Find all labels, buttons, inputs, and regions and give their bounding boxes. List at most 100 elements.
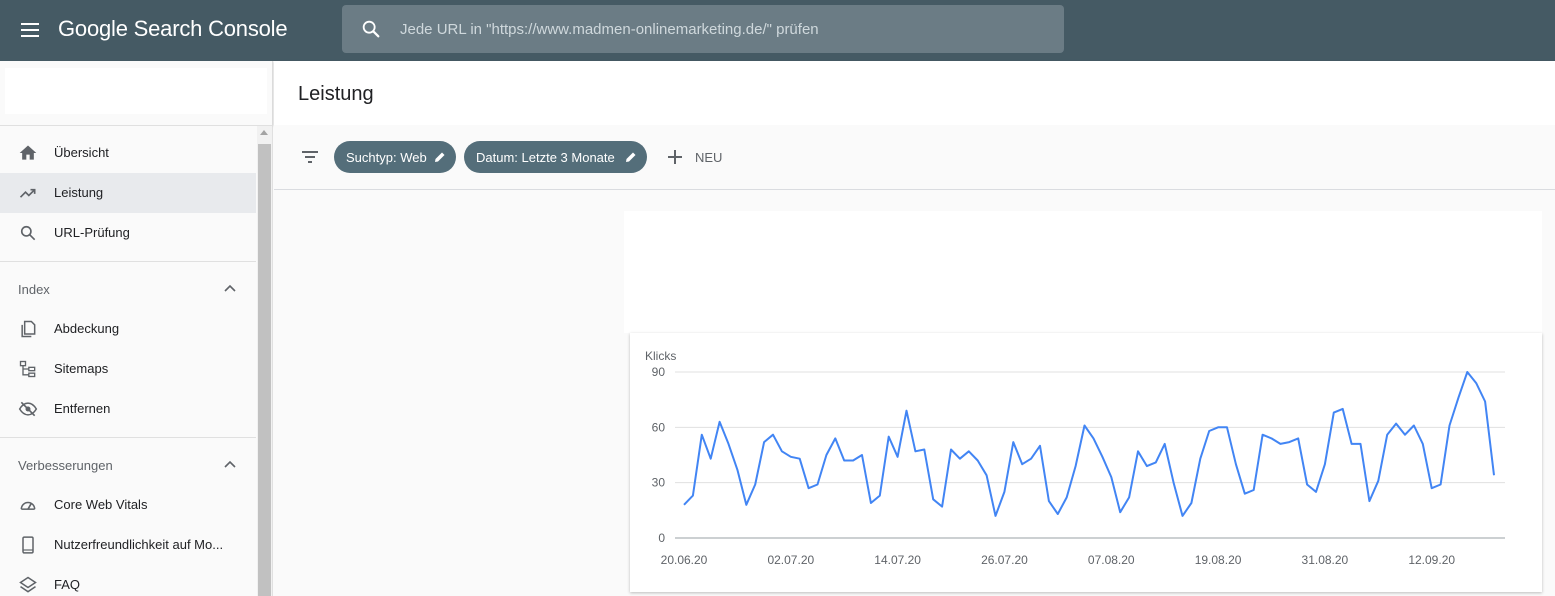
property-selector[interactable] <box>5 68 267 114</box>
sidebar-item-label: Nutzerfreundlichkeit auf Mo... <box>54 537 224 552</box>
sidebar-item-performance[interactable]: Leistung <box>0 173 256 213</box>
data-point <box>1395 423 1397 425</box>
edit-pencil-icon[interactable] <box>624 150 638 164</box>
sidebar-item-url-inspection[interactable]: URL-Prüfung <box>0 213 256 253</box>
data-point <box>906 410 908 412</box>
data-point <box>736 469 738 471</box>
data-point <box>1368 500 1370 502</box>
x-tick-label: 02.07.20 <box>767 553 814 567</box>
data-point <box>1039 445 1041 447</box>
data-point <box>1351 443 1353 445</box>
data-point <box>1333 412 1335 414</box>
page-title: Leistung <box>298 83 374 105</box>
data-point <box>1128 496 1130 498</box>
sidebar-item-faq[interactable]: FAQ <box>0 565 256 596</box>
divider <box>0 437 256 438</box>
data-point <box>897 456 899 458</box>
performance-chart-card: Klicks 0 30 60 90 20.06.20 02.07.20 14.07.20 26.… <box>630 333 1542 592</box>
new-filter-button[interactable]: NEU <box>666 146 736 168</box>
sidebar-item-label: Entfernen <box>54 401 111 416</box>
data-point <box>1137 450 1139 452</box>
data-point <box>1217 426 1219 428</box>
data-point <box>1110 476 1112 478</box>
data-point <box>1413 424 1415 426</box>
y-tick-label: 90 <box>652 365 666 379</box>
data-point <box>1048 500 1050 502</box>
trending-up-icon <box>19 188 36 198</box>
data-point <box>1057 513 1059 515</box>
data-point <box>1315 491 1317 493</box>
smartphone-icon <box>22 536 34 554</box>
data-point <box>861 454 863 456</box>
data-point <box>799 458 801 460</box>
sidebar-item-coverage[interactable]: Abdeckung <box>0 309 256 349</box>
data-point <box>1440 484 1442 486</box>
date-range-chip[interactable]: Datum: Letzte 3 Monate <box>464 141 647 173</box>
divider <box>0 125 272 126</box>
data-point <box>941 506 943 508</box>
clicks-line-chart[interactable]: Klicks 0 30 60 90 20.06.20 02.07.20 14.07.20 26.… <box>630 333 1542 592</box>
data-point <box>692 495 694 497</box>
x-tick-label: 31.08.20 <box>1302 553 1349 567</box>
data-point <box>1092 437 1094 439</box>
data-point <box>959 458 961 460</box>
data-point <box>1146 465 1148 467</box>
data-point <box>1066 496 1068 498</box>
x-tick-label: 12.09.20 <box>1408 553 1455 567</box>
sidebar-item-core-web-vitals[interactable]: Core Web Vitals <box>0 485 256 525</box>
data-point <box>772 434 774 436</box>
data-point <box>1324 463 1326 465</box>
data-point <box>932 498 934 500</box>
data-point <box>1084 424 1086 426</box>
sidebar-item-mobile-usability[interactable]: Nutzerfreundlichkeit auf Mo... <box>0 525 256 565</box>
section-title: Index <box>18 282 50 297</box>
data-point <box>1484 401 1486 403</box>
data-point <box>1235 463 1237 465</box>
data-point <box>817 484 819 486</box>
url-inspection-search[interactable] <box>342 5 1064 53</box>
data-point <box>1226 426 1228 428</box>
data-point <box>825 454 827 456</box>
data-point <box>790 456 792 458</box>
data-point <box>1021 463 1023 465</box>
sidebar-item-label: FAQ <box>54 577 81 592</box>
chevron-up-icon[interactable] <box>223 459 237 469</box>
section-header-index[interactable]: Index <box>0 269 256 309</box>
filter-icon[interactable] <box>300 147 320 167</box>
layers-icon <box>19 576 37 593</box>
app-brand[interactable]: Google Search Console <box>58 16 288 42</box>
data-point <box>1155 461 1157 463</box>
eye-off-icon <box>18 401 38 417</box>
search-icon[interactable] <box>360 18 382 40</box>
sidebar-item-overview[interactable]: Übersicht <box>0 133 256 173</box>
data-point <box>1342 408 1344 410</box>
search-type-chip[interactable]: Suchtyp: Web <box>334 141 456 173</box>
sidebar-item-label: Sitemaps <box>54 361 109 376</box>
data-point <box>1457 397 1459 399</box>
scroll-up-arrow-icon[interactable] <box>260 130 268 135</box>
data-point <box>879 495 881 497</box>
sidebar-item-removals[interactable]: Entfernen <box>0 389 256 429</box>
data-point <box>1386 434 1388 436</box>
y-axis-label: Klicks <box>645 349 676 363</box>
sidebar-scrollbar[interactable] <box>257 126 272 596</box>
data-point <box>728 443 730 445</box>
sidebar: Übersicht Leistung URL-Prüfung Index Abd… <box>0 61 273 596</box>
sidebar-item-sitemaps[interactable]: Sitemaps <box>0 349 256 389</box>
data-point <box>1253 489 1255 491</box>
top-app-bar: Google Search Console <box>0 0 1555 61</box>
hamburger-menu-icon[interactable] <box>14 14 46 46</box>
data-point <box>781 450 783 452</box>
edit-pencil-icon[interactable] <box>433 150 447 164</box>
scrollbar-thumb[interactable] <box>258 144 271 596</box>
data-point <box>995 515 997 517</box>
data-point <box>1101 456 1103 458</box>
data-point <box>1475 382 1477 384</box>
page-header: Leistung <box>274 61 1555 125</box>
search-input[interactable] <box>400 5 1050 53</box>
sitemap-icon <box>19 360 36 378</box>
chip-label: Datum: Letzte 3 Monate <box>476 150 615 165</box>
section-header-enhancements[interactable]: Verbesserungen <box>0 445 256 485</box>
data-point <box>923 448 925 450</box>
chevron-up-icon[interactable] <box>223 283 237 293</box>
